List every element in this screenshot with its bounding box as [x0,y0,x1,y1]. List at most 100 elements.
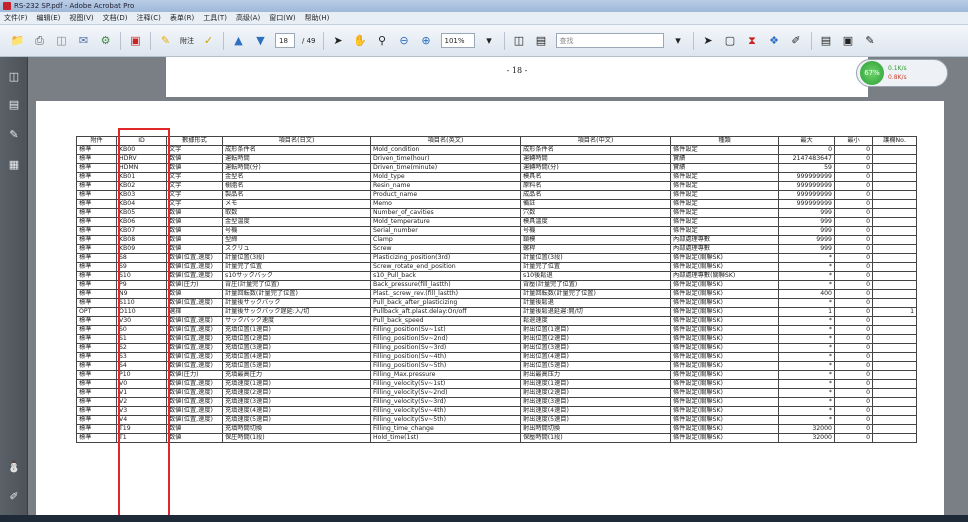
textbox-icon[interactable]: ▢ [723,33,738,48]
document-area[interactable]: - 18 - 67% 0.1K/s 0.8K/s 附件 ID 數據形式 項目名(… [28,57,968,522]
cell-data-type: 数値(位置,速度) [166,388,223,398]
save-icon[interactable]: ◫ [54,33,69,48]
form-icon[interactable]: ▤ [819,33,834,48]
menu-help[interactable]: 帮助(H) [305,13,330,23]
previous-page-icon[interactable]: ▲ [231,33,246,48]
page-number-input[interactable]: 18 [275,33,295,48]
sign-icon[interactable]: ✓ [201,33,216,48]
comment-icon[interactable]: ✎ [158,33,173,48]
menu-document[interactable]: 文档(D) [103,13,128,23]
menu-view[interactable]: 视图(V) [69,13,93,23]
hand-tool-icon[interactable]: ✋ [353,33,368,48]
spec-table: 附件 ID 數據形式 項目名(日文) 項目名(英文) 項目名(中文) 種類 最大… [76,136,917,443]
edit-document-icon[interactable]: ✎ [863,33,878,48]
table-row: 標準 KB02 文字 樹脂名 Resin_name 原料名 條件設定 999999999 0 [76,181,917,191]
select-tool-icon[interactable]: ➤ [701,33,716,48]
cell-category: 實績 [670,154,779,164]
fit-page-icon[interactable]: ◫ [512,33,527,48]
attach-label[interactable]: 附注 [180,36,194,46]
cell-name-en: Filling_position(Sv~1st) [370,325,521,335]
table-row: 標準 S0 数値(位置,速度) 充填位置(1速目) Filling_position(S… [76,325,917,335]
cell-name-jp: 製品名 [222,190,371,200]
cell-name-en: Mold_condition [370,145,521,155]
select-cursor-icon[interactable]: ➤ [331,33,346,48]
paperclip-icon[interactable]: ✐ [7,489,21,503]
cell-max: 2147483647 [778,154,835,164]
cell-category: 條件設定(關聯SK) [670,253,779,263]
menu-edit[interactable]: 编辑(E) [37,13,61,23]
cell-name-cn: 原料名 [520,181,671,191]
menu-comments[interactable]: 注释(C) [137,13,161,23]
network-speed-widget[interactable]: 67% 0.1K/s 0.8K/s [856,59,948,87]
header-guard-no: 護欄No. [872,136,917,146]
menu-forms[interactable]: 表单(R) [170,13,194,23]
cell-name-cn: 鬆退速度 [520,316,671,326]
header-name-jp: 項目名(日文) [222,136,371,146]
layers-icon[interactable]: ▦ [7,157,21,171]
cell-max: 999 [778,244,835,254]
cell-guard-no [872,343,917,353]
cell-data-type: 文字 [166,145,223,155]
zoom-in-icon[interactable]: ⊕ [419,33,434,48]
cell-guard-no [872,289,917,299]
cell-guard-no [872,154,917,164]
table-row: 標準 KB07 数値 号機 Serial_number 号機 條件設定 999 0 [76,226,917,236]
cell-name-jp: 樹脂名 [222,181,371,191]
cell-name-cn: 成形条件名 [520,145,671,155]
email-icon[interactable]: ✉ [76,33,91,48]
cell-attachment: 標準 [76,190,117,200]
open-folder-icon[interactable]: 📁 [10,33,25,48]
bookmarks-icon[interactable]: ▤ [7,97,21,111]
cell-category: 條件設定(關聯SK) [670,262,779,272]
cell-name-jp: サックバック速度 [222,316,371,326]
table-row: 標準 P10 数値(圧力) 充填最高圧力 Filling_Max.pressure 射出最… [76,370,917,380]
cell-name-jp: 充填位置(2速目) [222,334,371,344]
menu-file[interactable]: 文件(F) [4,13,28,23]
tools-icon[interactable]: ❖ [767,33,782,48]
cell-max: 999 [778,208,835,218]
cell-max: * [778,271,835,281]
attach-file-icon[interactable]: ✐ [789,33,804,48]
cell-name-jp: 充填位置(1速目) [222,325,371,335]
toolbar-separator [322,31,324,50]
print-icon[interactable]: ⎙ [32,33,47,48]
cell-name-jp: 充填速度(1速目) [222,379,371,389]
cell-name-en: Clamp [370,235,521,245]
stamp-icon[interactable]: ⧗ [745,33,760,48]
fit-width-icon[interactable]: ▤ [534,33,549,48]
cell-attachment: 標準 [76,325,117,335]
cell-id: V30 [116,316,167,326]
next-page-icon[interactable]: ▼ [253,33,268,48]
search-dropdown-icon[interactable]: ▾ [671,33,686,48]
monitor-icon[interactable]: ▣ [841,33,856,48]
zoom-out-icon[interactable]: ⊖ [397,33,412,48]
table-row: 標準 S3 数値(位置,速度) 充填位置(4速目) Filling_position(S… [76,352,917,362]
table-row: OPT O110 選擇 計量後サックバック遅延:入/切 Pullback_aft.pla… [76,307,917,317]
cell-min: 0 [834,271,873,281]
cell-name-jp: 成形条件名 [222,145,371,155]
create-pdf-icon[interactable]: ⚙ [98,33,113,48]
cell-name-jp: 金型温度 [222,217,371,227]
cell-min: 0 [834,253,873,263]
cell-max: 0 [778,145,835,155]
zoom-level-select[interactable]: 101% [440,33,475,48]
menu-advanced[interactable]: 高级(A) [236,13,260,23]
cell-data-type: 数値(位置,速度) [166,253,223,263]
toolbar-separator [150,31,151,50]
comments-panel-icon[interactable]: ✎ [7,127,21,141]
table-row: 標準 S8 数値(位置,速度) 計量位置(3段) Plasticizing_positi… [76,253,917,263]
cell-category: 內部處理專數(關聯SK) [670,271,779,281]
menu-window[interactable]: 窗口(W) [269,13,295,23]
acrobat-red-icon[interactable]: ▣ [128,33,143,48]
page-thumbnails-icon[interactable]: ◫ [7,69,21,83]
cell-name-jp: 充填位置(3速目) [222,343,371,353]
search-input[interactable]: 查找 [555,33,664,48]
menu-tools[interactable]: 工具(T) [203,13,227,23]
attachments-icon[interactable]: ⛄ [7,459,21,473]
cell-name-cn: 計量後鬆退延遲:開/切 [520,307,671,317]
zoom-marquee-icon[interactable]: ⚲ [375,33,390,48]
cell-guard-no [872,379,917,389]
table-row: 標準 S1 数値(位置,速度) 充填位置(2速目) Filling_position(S… [76,334,917,344]
chevron-down-icon[interactable]: ▾ [482,33,497,48]
cell-category: 條件設定(關聯SK) [670,379,779,389]
